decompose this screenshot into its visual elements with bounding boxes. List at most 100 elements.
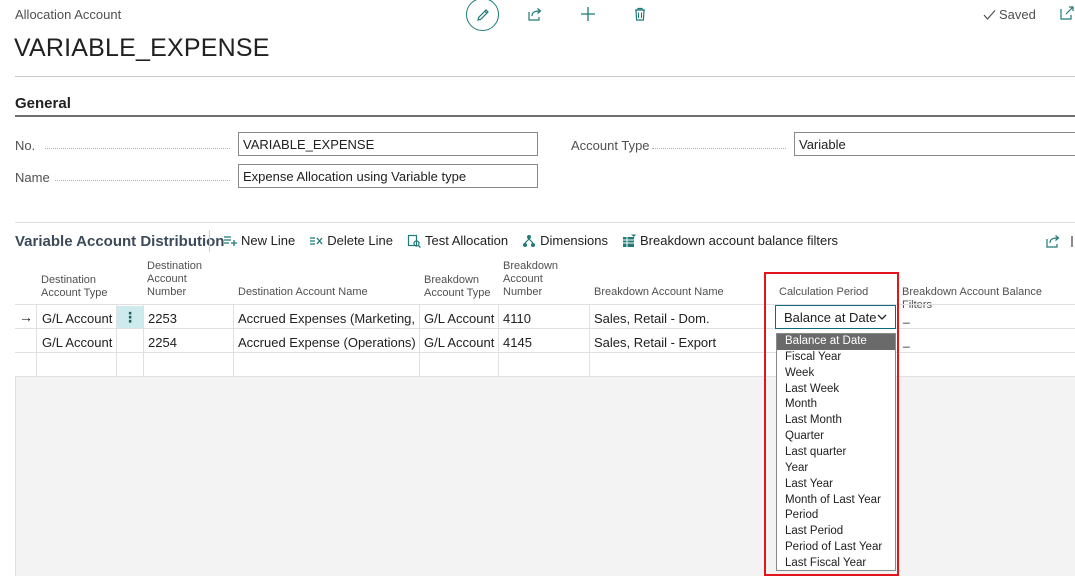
grid-line xyxy=(589,304,590,376)
calculation-period-select[interactable]: Balance at Date xyxy=(775,305,896,329)
grid-line xyxy=(36,304,37,376)
name-label: Name xyxy=(15,170,50,185)
dropdown-option[interactable]: Fiscal Year xyxy=(777,350,895,366)
general-section-divider xyxy=(15,115,1075,117)
col-header-line: Account xyxy=(503,273,543,285)
no-field[interactable]: VARIABLE_EXPENSE xyxy=(238,132,538,156)
saved-status: Saved xyxy=(983,7,1036,22)
col-header-line: Number xyxy=(503,286,543,298)
no-leader-dots xyxy=(45,148,230,149)
col-header-line: Breakdown xyxy=(503,260,559,272)
part-separator xyxy=(209,230,210,252)
test-allocation-icon xyxy=(407,234,421,248)
part-divider xyxy=(15,222,1075,223)
dropdown-option[interactable]: Week xyxy=(777,366,895,382)
dropdown-option[interactable]: Quarter xyxy=(777,429,895,445)
delete-line-icon xyxy=(309,234,323,248)
delete-line-button[interactable]: Delete Line xyxy=(309,233,393,248)
breakdown-filters-cell[interactable]: _ xyxy=(903,334,910,348)
current-row-arrow-icon: → xyxy=(19,309,33,325)
grid-line xyxy=(15,352,1075,353)
cell-breakdown-account-number[interactable]: 4110 xyxy=(503,311,585,326)
dropdown-option[interactable]: Period xyxy=(777,508,895,524)
account-type-label: Account Type xyxy=(571,138,650,153)
grid-line xyxy=(233,304,234,376)
dropdown-option[interactable]: Period of Last Year xyxy=(777,540,895,556)
new-button[interactable] xyxy=(579,5,597,23)
pencil-icon xyxy=(476,8,489,21)
cell-destination-account-name[interactable]: Accrued Expenses (Marketing, S... xyxy=(238,311,416,326)
col-header-line: Account Type xyxy=(424,287,491,299)
col-header-breakdown-account-type[interactable]: Breakdown Account Type xyxy=(424,274,490,300)
dropdown-option[interactable]: Month xyxy=(777,397,895,413)
row-menu-button[interactable]: ⋮ xyxy=(117,306,143,328)
new-line-button[interactable]: New Line xyxy=(223,233,295,248)
new-line-label: New Line xyxy=(241,233,296,248)
dimensions-button[interactable]: Dimensions xyxy=(522,233,608,248)
cell-breakdown-account-type[interactable]: G/L Account xyxy=(424,335,496,350)
breakdown-filters-cell[interactable]: _ xyxy=(903,310,910,324)
grid-line xyxy=(143,304,144,376)
col-header-breakdown-account-number[interactable]: Breakdown Account Number xyxy=(503,260,558,299)
cell-destination-account-type[interactable]: G/L Account xyxy=(42,335,114,350)
dropdown-option[interactable]: Last Year xyxy=(777,477,895,493)
dropdown-option[interactable]: Last Month xyxy=(777,413,895,429)
cell-destination-account-type[interactable]: G/L Account xyxy=(42,311,114,326)
dropdown-option[interactable]: Last Week xyxy=(777,382,895,398)
distribution-title[interactable]: Variable Account Distribution xyxy=(15,233,224,250)
breakdown-filters-button[interactable]: Breakdown account balance filters xyxy=(622,233,838,248)
cell-breakdown-account-number[interactable]: 4145 xyxy=(503,335,585,350)
col-header-line: Breakdown xyxy=(424,274,480,286)
dropdown-option[interactable]: Last Fiscal Year xyxy=(777,556,895,572)
col-header-line: Account Type xyxy=(41,287,108,299)
grid-line xyxy=(498,304,499,376)
more-options-icon: ⋮ xyxy=(123,308,137,325)
no-label: No. xyxy=(15,138,36,153)
distribution-actions: New Line Delete Line Test Allocation Dim… xyxy=(223,233,838,248)
col-header-destination-account-number[interactable]: Destination Account Number xyxy=(147,260,202,299)
share-part-button[interactable] xyxy=(1045,233,1061,249)
cell-breakdown-account-name[interactable]: Sales, Retail - Export xyxy=(594,335,759,350)
test-allocation-label: Test Allocation xyxy=(424,233,509,248)
share-button[interactable] xyxy=(526,5,544,23)
dropdown-option[interactable]: Month of Last Year xyxy=(777,493,895,509)
test-allocation-button[interactable]: Test Allocation xyxy=(407,233,508,248)
open-in-new-window-icon xyxy=(1060,6,1074,20)
open-new-window-button[interactable] xyxy=(1059,5,1075,21)
dropdown-option[interactable]: Year xyxy=(777,461,895,477)
name-field[interactable]: Expense Allocation using Variable type xyxy=(238,164,538,188)
col-header-breakdown-account-name[interactable]: Breakdown Account Name xyxy=(594,286,724,299)
new-line-icon xyxy=(223,234,237,248)
dropdown-option[interactable]: Last quarter xyxy=(777,445,895,461)
dropdown-option[interactable]: Last Period xyxy=(777,524,895,540)
chevron-down-icon xyxy=(877,314,887,320)
dropdown-option[interactable]: Balance at Date xyxy=(777,334,895,350)
checkmark-icon xyxy=(983,9,996,20)
col-header-destination-account-type[interactable]: Destination Account Type xyxy=(41,274,107,300)
page-title: VARIABLE_EXPENSE xyxy=(14,34,270,62)
filter-table-icon xyxy=(622,234,637,248)
share-icon xyxy=(1046,235,1060,248)
delete-button[interactable] xyxy=(631,5,649,23)
calculation-period-value: Balance at Date xyxy=(784,309,877,325)
cell-breakdown-account-name[interactable]: Sales, Retail - Dom. xyxy=(594,311,759,326)
cell-destination-account-name[interactable]: Accrued Expense (Operations) xyxy=(238,335,416,350)
cell-destination-account-number[interactable]: 2253 xyxy=(148,311,230,326)
name-leader-dots xyxy=(55,180,230,181)
grid-line xyxy=(15,328,1075,329)
general-section-title[interactable]: General xyxy=(15,95,71,112)
col-header-calculation-period[interactable]: Calculation Period xyxy=(779,286,868,299)
dimensions-icon xyxy=(522,234,536,248)
collapse-handle[interactable] xyxy=(1071,236,1073,247)
grid-line xyxy=(15,304,1075,305)
share-icon xyxy=(528,8,542,21)
col-header-destination-account-name[interactable]: Destination Account Name xyxy=(238,286,368,299)
account-type-field[interactable]: Variable xyxy=(794,132,1075,156)
cell-destination-account-number[interactable]: 2254 xyxy=(148,335,230,350)
account-type-leader-dots xyxy=(652,148,786,149)
col-header-line: Account xyxy=(147,273,187,285)
col-header-breakdown-balance-filters[interactable]: Breakdown Account Balance Filters xyxy=(902,286,1075,312)
cell-breakdown-account-type[interactable]: G/L Account xyxy=(424,311,496,326)
edit-button[interactable] xyxy=(466,0,499,31)
col-header-line: Destination xyxy=(147,260,203,272)
